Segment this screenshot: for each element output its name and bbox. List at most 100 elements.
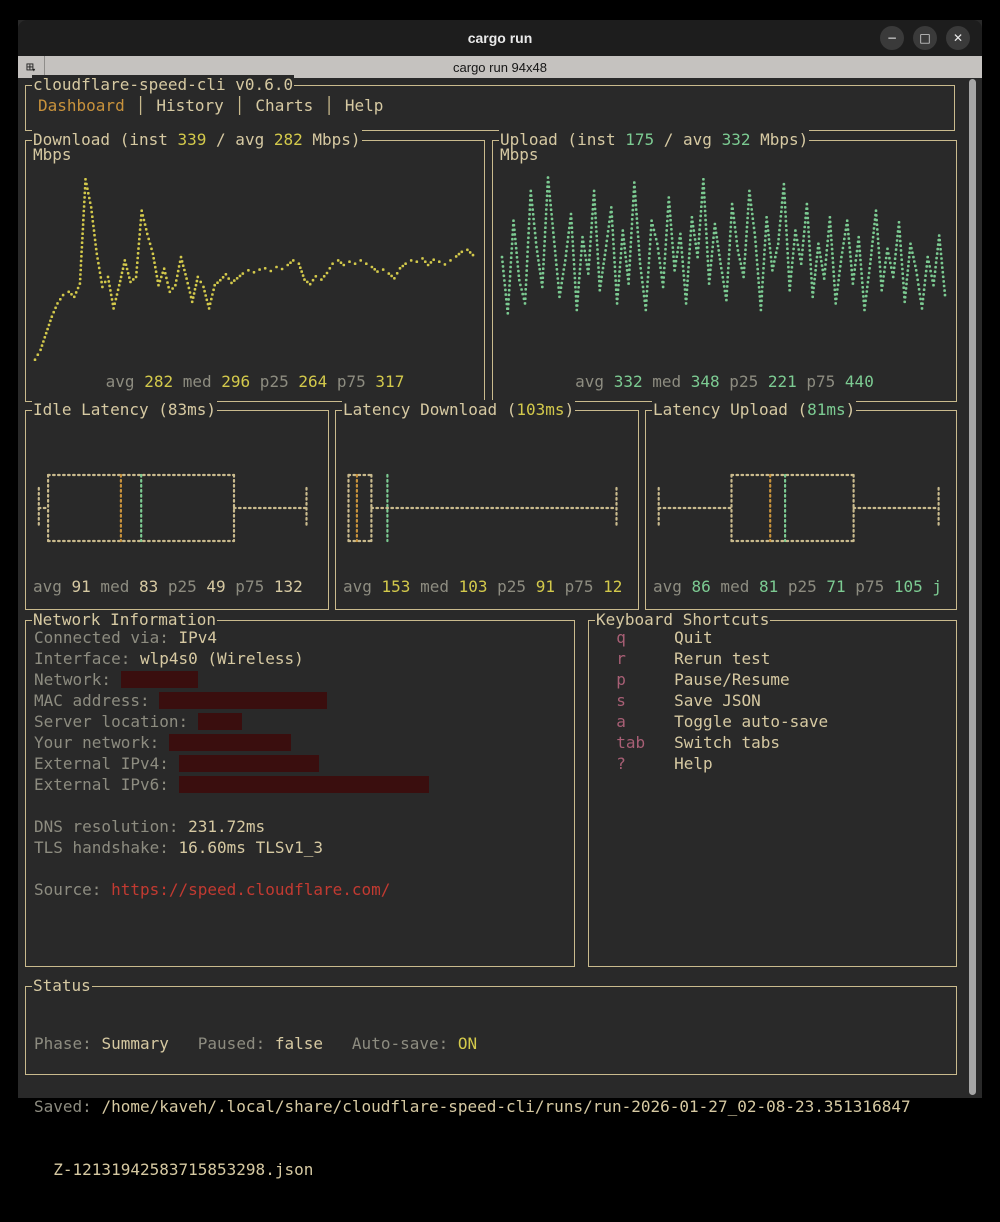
shortcut-action: Switch tabs xyxy=(674,733,780,752)
saved-path-part1: /home/kaveh/.local/share/cloudflare-spee… xyxy=(101,1097,910,1116)
redacted-value xyxy=(198,713,242,730)
keyboard-shortcuts-panel: Keyboard Shortcuts qQuitrRerun testpPaus… xyxy=(588,620,957,967)
shortcut-action: Rerun test xyxy=(674,649,770,668)
stat-label: p75 xyxy=(555,577,603,596)
stat-label: avg xyxy=(575,372,614,391)
status-line: Phase: Summary Paused: false Auto-save: … xyxy=(34,1033,952,1054)
stat-label: avg xyxy=(343,577,382,596)
close-button[interactable]: ✕ xyxy=(946,26,970,50)
network-info-row: Server location: xyxy=(34,711,570,732)
status-token: Auto-save: xyxy=(352,1034,458,1053)
stat-value: 264 xyxy=(298,372,327,391)
status-saved-line: Saved: /home/kaveh/.local/share/cloudfla… xyxy=(34,1096,952,1117)
terminal-scrollbar[interactable] xyxy=(969,79,976,1095)
status-token: false xyxy=(275,1034,323,1053)
shortcut-key: q xyxy=(616,627,674,648)
network-info-row: MAC address: xyxy=(34,690,570,711)
stat-value: 91 xyxy=(536,577,555,596)
network-info-label: TLS handshake: xyxy=(34,838,179,857)
network-info-value: IPv4 xyxy=(179,628,218,647)
network-info-label: Server location: xyxy=(34,712,198,731)
keyboard-shortcut-rows: qQuitrRerun testpPause/ResumesSave JSONa… xyxy=(597,627,952,774)
network-info-label: Source: xyxy=(34,880,111,899)
shortcut-key: a xyxy=(616,711,674,732)
blank-line xyxy=(34,858,570,879)
minimize-button[interactable]: − xyxy=(880,26,904,50)
network-info-label: Your network: xyxy=(34,733,169,752)
upload-avg-value: 332 xyxy=(722,130,751,149)
download-avg-value: 282 xyxy=(274,130,303,149)
download-unit-label: Mbps xyxy=(33,145,72,164)
stat-label: p75 xyxy=(797,372,845,391)
download-panel: Download (inst 339 / avg 282 Mbps) Mbps … xyxy=(25,140,485,402)
terminal-tab-title[interactable]: cargo run 94x48 xyxy=(453,60,547,75)
tab-separator: │ xyxy=(136,96,146,115)
network-info-value: wlp4s0 (Wireless) xyxy=(140,649,304,668)
stat-value: 49 xyxy=(206,577,225,596)
stat-value: 153 xyxy=(382,577,411,596)
idle-latency-boxplot xyxy=(31,463,321,553)
tab-dashboard[interactable]: Dashboard xyxy=(38,96,125,115)
idle-latency-value: 83ms xyxy=(168,400,207,419)
shortcut-key: ? xyxy=(616,753,674,774)
status-token xyxy=(323,1034,352,1053)
network-info-label: External IPv4: xyxy=(34,754,179,773)
close-icon: ✕ xyxy=(953,31,963,45)
shortcut-key: r xyxy=(616,648,674,669)
stat-label: avg xyxy=(33,577,72,596)
status-token: Summary xyxy=(101,1034,168,1053)
stat-label: p25 xyxy=(250,372,298,391)
download-chart xyxy=(32,167,476,367)
source-url-link[interactable]: https://speed.cloudflare.com/ xyxy=(111,880,390,899)
stat-label: p25 xyxy=(720,372,768,391)
stat-value: 103 xyxy=(459,577,488,596)
download-panel-title: Download (inst 339 / avg 282 Mbps) xyxy=(32,130,362,150)
latency-download-boxplot xyxy=(341,463,631,553)
stat-label: p75 xyxy=(226,577,274,596)
stat-label: p25 xyxy=(488,577,536,596)
redacted-value xyxy=(179,776,429,793)
stat-value: 332 xyxy=(614,372,643,391)
network-info-rows: Connected via: IPv4Interface: wlp4s0 (Wi… xyxy=(34,627,570,900)
blank-line xyxy=(34,795,570,816)
network-info-row: External IPv6: xyxy=(34,774,570,795)
window-title: cargo run xyxy=(468,30,533,46)
latency-download-value: 103ms xyxy=(516,400,564,419)
shortcut-action: Save JSON xyxy=(674,691,761,710)
tab-history[interactable]: History xyxy=(156,96,223,115)
stat-label: med xyxy=(410,577,458,596)
redacted-value xyxy=(121,671,198,688)
shortcut-row: aToggle auto-save xyxy=(597,711,952,732)
shortcut-action: Pause/Resume xyxy=(674,670,790,689)
tab-help[interactable]: Help xyxy=(345,96,384,115)
shortcut-row: pPause/Resume xyxy=(597,669,952,690)
network-info-row: Your network: xyxy=(34,732,570,753)
latency-upload-boxplot xyxy=(651,463,949,553)
latency-upload-panel-title: Latency Upload (81ms) xyxy=(652,400,856,420)
upload-chart xyxy=(499,167,948,367)
window-titlebar[interactable]: cargo run − □ ✕ xyxy=(18,20,982,56)
stat-value: 86 xyxy=(692,577,711,596)
network-info-row: Interface: wlp4s0 (Wireless) xyxy=(34,648,570,669)
stat-value: 282 xyxy=(144,372,173,391)
network-info-label: External IPv6: xyxy=(34,775,179,794)
stat-label: avg xyxy=(106,372,145,391)
upload-stats: avg 332 med 348 p25 221 p75 440 xyxy=(493,372,956,391)
stat-value: 105 xyxy=(894,577,923,596)
status-token xyxy=(169,1034,198,1053)
tab-charts[interactable]: Charts xyxy=(255,96,313,115)
shortcut-row: sSave JSON xyxy=(597,690,952,711)
network-info-panel: Network Information Connected via: IPv4I… xyxy=(25,620,575,967)
network-info-row: Source: https://speed.cloudflare.com/ xyxy=(34,879,570,900)
stat-label: p75 xyxy=(327,372,375,391)
idle-latency-panel: Idle Latency (83ms) avg 91 med 83 p25 49… xyxy=(25,410,329,610)
redacted-value xyxy=(179,755,319,772)
status-panel: Status Phase: Summary Paused: false Auto… xyxy=(25,986,957,1075)
upload-inst-value: 175 xyxy=(625,130,654,149)
stat-value: 221 xyxy=(768,372,797,391)
chevron-down-icon: ▾ xyxy=(32,66,36,74)
redacted-value xyxy=(169,734,291,751)
stat-label: p75 xyxy=(846,577,894,596)
maximize-button[interactable]: □ xyxy=(913,26,937,50)
stat-value: j xyxy=(932,577,942,596)
